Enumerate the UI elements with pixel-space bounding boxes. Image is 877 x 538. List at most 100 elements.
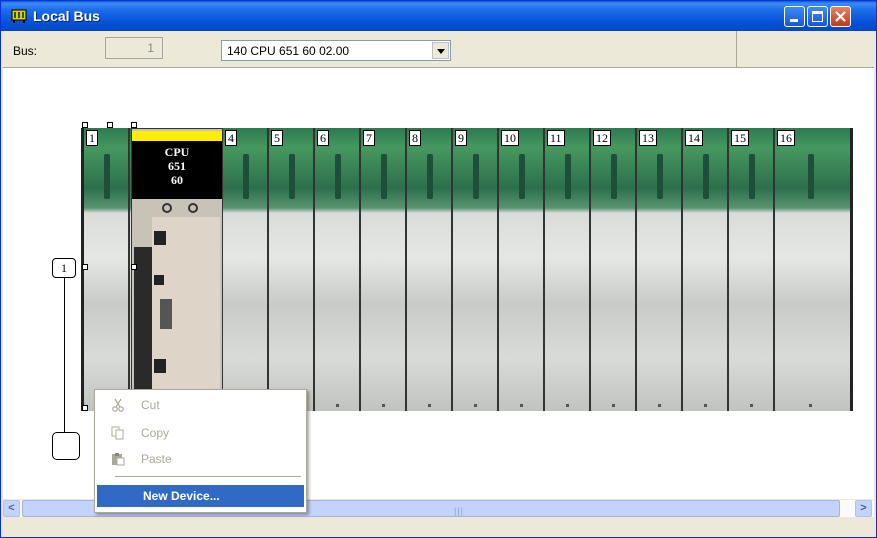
rack-slot[interactable]: 15 xyxy=(729,128,775,411)
slot-number: 1 xyxy=(86,130,98,146)
bus-terminator[interactable] xyxy=(52,432,80,460)
rack-slot[interactable]: 12 xyxy=(591,128,637,411)
slot-connector xyxy=(749,154,755,199)
serial-port-icon xyxy=(160,299,172,329)
slot-dot xyxy=(428,404,431,407)
bus-icon xyxy=(11,9,27,23)
maximize-button[interactable] xyxy=(807,6,828,27)
cpu-faceplate xyxy=(152,217,220,411)
slot-number: 5 xyxy=(271,130,283,146)
status-bar xyxy=(3,518,874,537)
selection-handle[interactable] xyxy=(107,122,113,128)
slot-connector xyxy=(519,154,525,199)
menu-item-new-device[interactable]: New Device... xyxy=(97,485,304,507)
scroll-right-icon[interactable]: > xyxy=(855,500,872,517)
menu-item-cut[interactable]: Cut xyxy=(97,394,304,416)
rack-slot[interactable]: 4 xyxy=(223,128,269,411)
close-icon xyxy=(835,11,846,22)
rack-slot[interactable]: 14 xyxy=(683,128,729,411)
cpu-module[interactable]: CPU 651 60 xyxy=(131,128,223,411)
slot-dot xyxy=(704,404,707,407)
rack-slot[interactable]: 6 xyxy=(315,128,361,411)
cpu-label-line: CPU xyxy=(164,145,190,159)
context-menu: Cut Copy Paste New Device... xyxy=(94,389,307,513)
maximize-icon xyxy=(812,11,823,22)
rack-slot[interactable]: 7 xyxy=(361,128,407,411)
title-bar[interactable]: Local Bus xyxy=(1,1,876,31)
slot-connector xyxy=(427,154,433,199)
rack-slot[interactable]: 9 xyxy=(453,128,499,411)
slot-number: 6 xyxy=(317,130,329,146)
rack-slot[interactable]: 11 xyxy=(545,128,591,411)
bus-toolbar: Bus: 1 140 CPU 651 60 02.00 xyxy=(3,31,874,68)
grip-icon: ||| xyxy=(454,506,465,516)
slot-dot xyxy=(520,404,523,407)
cpu-label-line: 651 xyxy=(168,159,186,173)
close-button[interactable] xyxy=(830,6,851,27)
slot-connector xyxy=(703,154,709,199)
scroll-left-icon[interactable]: < xyxy=(3,500,20,517)
slot-dot xyxy=(658,404,661,407)
slot-number: 13 xyxy=(639,130,657,146)
rack-slot[interactable]: 1 xyxy=(84,128,130,411)
slot-dot xyxy=(474,404,477,407)
slot-dot xyxy=(566,404,569,407)
slot-dot xyxy=(382,404,385,407)
selection-handle[interactable] xyxy=(82,405,88,411)
cpu-side-panel xyxy=(134,247,152,407)
minimize-button[interactable] xyxy=(784,6,805,27)
slot-number: 10 xyxy=(501,130,519,146)
device-dropdown[interactable]: 140 CPU 651 60 02.00 xyxy=(221,40,451,61)
window-title: Local Bus xyxy=(33,8,100,24)
slot-connector xyxy=(243,154,249,199)
slot-connector xyxy=(104,154,110,199)
scissors-icon xyxy=(112,398,124,412)
selection-handle[interactable] xyxy=(131,264,137,270)
slot-number: 4 xyxy=(225,130,237,146)
slot-connector xyxy=(473,154,479,199)
slot-number: 11 xyxy=(547,130,565,146)
rack-address-label[interactable]: 1 xyxy=(52,258,76,278)
toolbar-divider xyxy=(736,31,737,67)
slot-number: 12 xyxy=(593,130,611,146)
device-dropdown-value: 140 CPU 651 60 02.00 xyxy=(227,44,350,58)
ethernet-port-icon xyxy=(154,231,166,245)
bus-connector-line xyxy=(64,278,65,432)
rack-slot[interactable]: 16 xyxy=(775,128,850,411)
menu-item-paste[interactable]: Paste xyxy=(97,448,304,470)
chevron-down-icon[interactable] xyxy=(432,42,449,59)
menu-item-label: Copy xyxy=(141,426,170,440)
slot-dot xyxy=(336,404,339,407)
slot-connector xyxy=(657,154,663,199)
slot-dot xyxy=(809,404,812,407)
slot-connector xyxy=(808,154,814,199)
rack-slot[interactable]: 5 xyxy=(269,128,315,411)
menu-item-label: Cut xyxy=(141,398,160,412)
slot-dot xyxy=(612,404,615,407)
slot-connector xyxy=(335,154,341,199)
slot-number: 14 xyxy=(685,130,703,146)
menu-separator xyxy=(115,476,301,477)
rack-slot[interactable]: 13 xyxy=(637,128,683,411)
selection-handle[interactable] xyxy=(131,122,137,128)
menu-item-label: Paste xyxy=(141,452,172,466)
local-bus-window: Local Bus Bus: 1 140 CPU 651 60 02.00 1 … xyxy=(0,0,877,538)
slot-dot xyxy=(750,404,753,407)
selection-handle[interactable] xyxy=(82,122,88,128)
slot-number: 16 xyxy=(777,130,795,146)
slot-number: 7 xyxy=(363,130,375,146)
slot-number: 8 xyxy=(409,130,421,146)
bus-number-field[interactable]: 1 xyxy=(105,37,163,59)
bus-label: Bus: xyxy=(13,44,38,58)
cpu-label-line: 60 xyxy=(171,173,183,187)
slot-number: 9 xyxy=(455,130,467,146)
menu-item-copy[interactable]: Copy xyxy=(97,422,304,444)
slot-connector xyxy=(289,154,295,199)
rack-slot[interactable]: 8 xyxy=(407,128,453,411)
copy-icon xyxy=(111,426,124,440)
cpu-status-bar xyxy=(132,131,222,141)
selection-handle[interactable] xyxy=(82,264,88,270)
cpu-label: CPU 651 60 xyxy=(132,141,222,199)
menu-item-label: New Device... xyxy=(143,489,220,503)
rack-slot[interactable]: 10 xyxy=(499,128,545,411)
